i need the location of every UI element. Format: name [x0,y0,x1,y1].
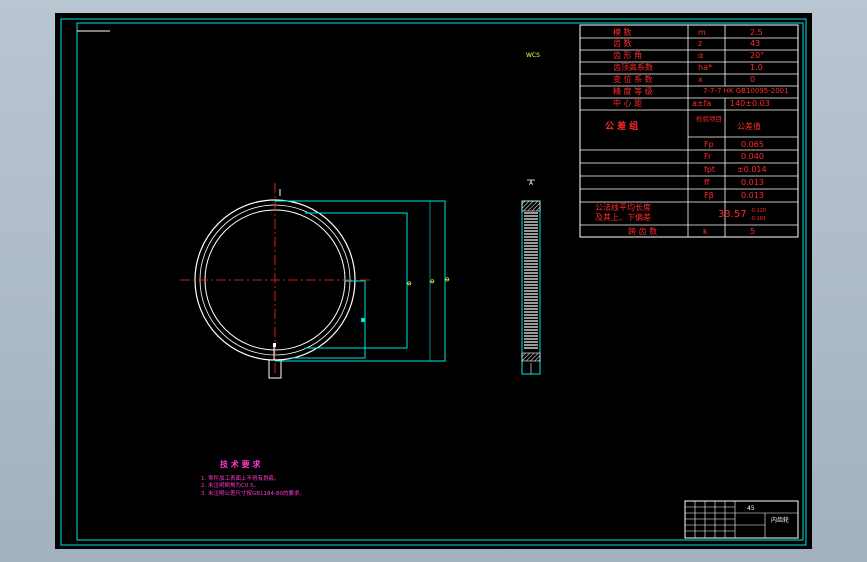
tol-1-symbol: Fr [704,152,712,161]
dim-label-3: Φ [443,277,450,282]
row-5-name: 精 度 等 级 [613,86,653,96]
tolerance-value-header: 公差值 [737,121,761,131]
tol-2-value: ±0.014 [737,165,767,174]
tol-4-value: 0.013 [741,191,764,200]
tolerance-group-label: 公 差 组 [605,120,638,132]
cad-viewport: Φ Φ Φ A WCS 模 数 m 2.5 齿 数 z 43 齿 形 角 α 2… [0,0,867,562]
side-teeth [524,212,538,349]
hatch-bottom [521,352,541,362]
tol-0-value: 0.065 [741,140,764,149]
row-1-value: 43 [750,39,760,48]
common-normal-lower: -0.181 [750,216,766,222]
drawing-svg: Φ Φ Φ A WCS 模 数 m 2.5 齿 数 z 43 齿 形 角 α 2… [60,18,807,546]
tech-req-item-1: 1. 零件加工表面上不得有划痕。 [201,474,280,482]
row-0-name: 模 数 [613,27,632,37]
dim-label-2: Φ [428,279,435,284]
title-block: 45 内齿轮 [684,500,799,539]
span-row-value: 5 [750,227,755,236]
tol-3-symbol: ff [704,178,710,187]
common-normal-upper: -0.120 [750,208,766,214]
tech-req-title: 技 术 要 求 [220,459,261,469]
row-1-symbol: z [698,39,702,48]
dim-label-1: Φ [405,281,412,286]
dim-marker [361,318,365,322]
row-1-name: 齿 数 [613,38,632,48]
view-cube-label: WCS [526,52,540,59]
tech-requirements: 技 术 要 求 1. 零件加工表面上不得有划痕。 2. 未注明倒角为C0.5。 … [201,459,305,497]
drawing-canvas[interactable]: Φ Φ Φ A WCS 模 数 m 2.5 齿 数 z 43 齿 形 角 α 2… [55,13,812,549]
row-6-name: 中 心 距 [613,98,642,108]
tol-3-value: 0.013 [741,178,764,187]
check-item-label: 检验项目 [696,114,722,123]
title-material: 45 [747,505,755,512]
dimension-lines: Φ Φ Φ [275,200,450,362]
row-0-symbol: m [698,28,706,37]
keyway-dot [273,343,276,347]
tol-0-symbol: Fp [704,140,714,149]
row-0-value: 2.5 [750,28,763,37]
common-normal-value: 33.57 [718,209,747,220]
row-3-value: 1.0 [750,63,763,72]
hatch-top [521,200,541,212]
row-6-symbol: a±fa [692,99,711,108]
row-3-symbol: ha* [698,63,712,72]
span-row-symbol: k [703,227,708,236]
common-normal-label-1: 公法线平均长度 [595,202,651,212]
section-mark-label: A [529,180,534,187]
tol-1-value: 0.040 [741,152,764,161]
row-2-name: 齿 形 角 [613,50,642,60]
gear-side-view: A [521,179,541,375]
title-part-name: 内齿轮 [771,516,789,524]
tech-req-item-2: 2. 未注明倒角为C0.5。 [201,481,259,489]
row-4-name: 变 位 系 数 [613,74,653,84]
span-row-name: 跨 齿 数 [628,226,657,236]
row-5-value: 7-7-7 HK GB10095-2001 [703,87,789,95]
row-3-name: 齿顶高系数 [613,62,653,72]
params-table: 模 数 m 2.5 齿 数 z 43 齿 形 角 α 20° 齿顶高系数 ha*… [579,24,799,238]
row-2-symbol: α [698,51,703,60]
tol-2-symbol: fpt [704,165,715,174]
tech-req-item-3: 3. 未注明公差尺寸按GB1184-80的要求。 [201,489,305,497]
row-2-value: 20° [750,51,764,60]
common-normal-label-2: 及其上、下偏差 [595,212,651,222]
row-4-symbol: x [698,75,703,84]
row-6-value: 140±0.03 [730,99,770,108]
row-4-value: 0 [750,75,755,84]
tol-4-symbol: Fβ [704,191,714,200]
gear-front-view [180,183,370,379]
